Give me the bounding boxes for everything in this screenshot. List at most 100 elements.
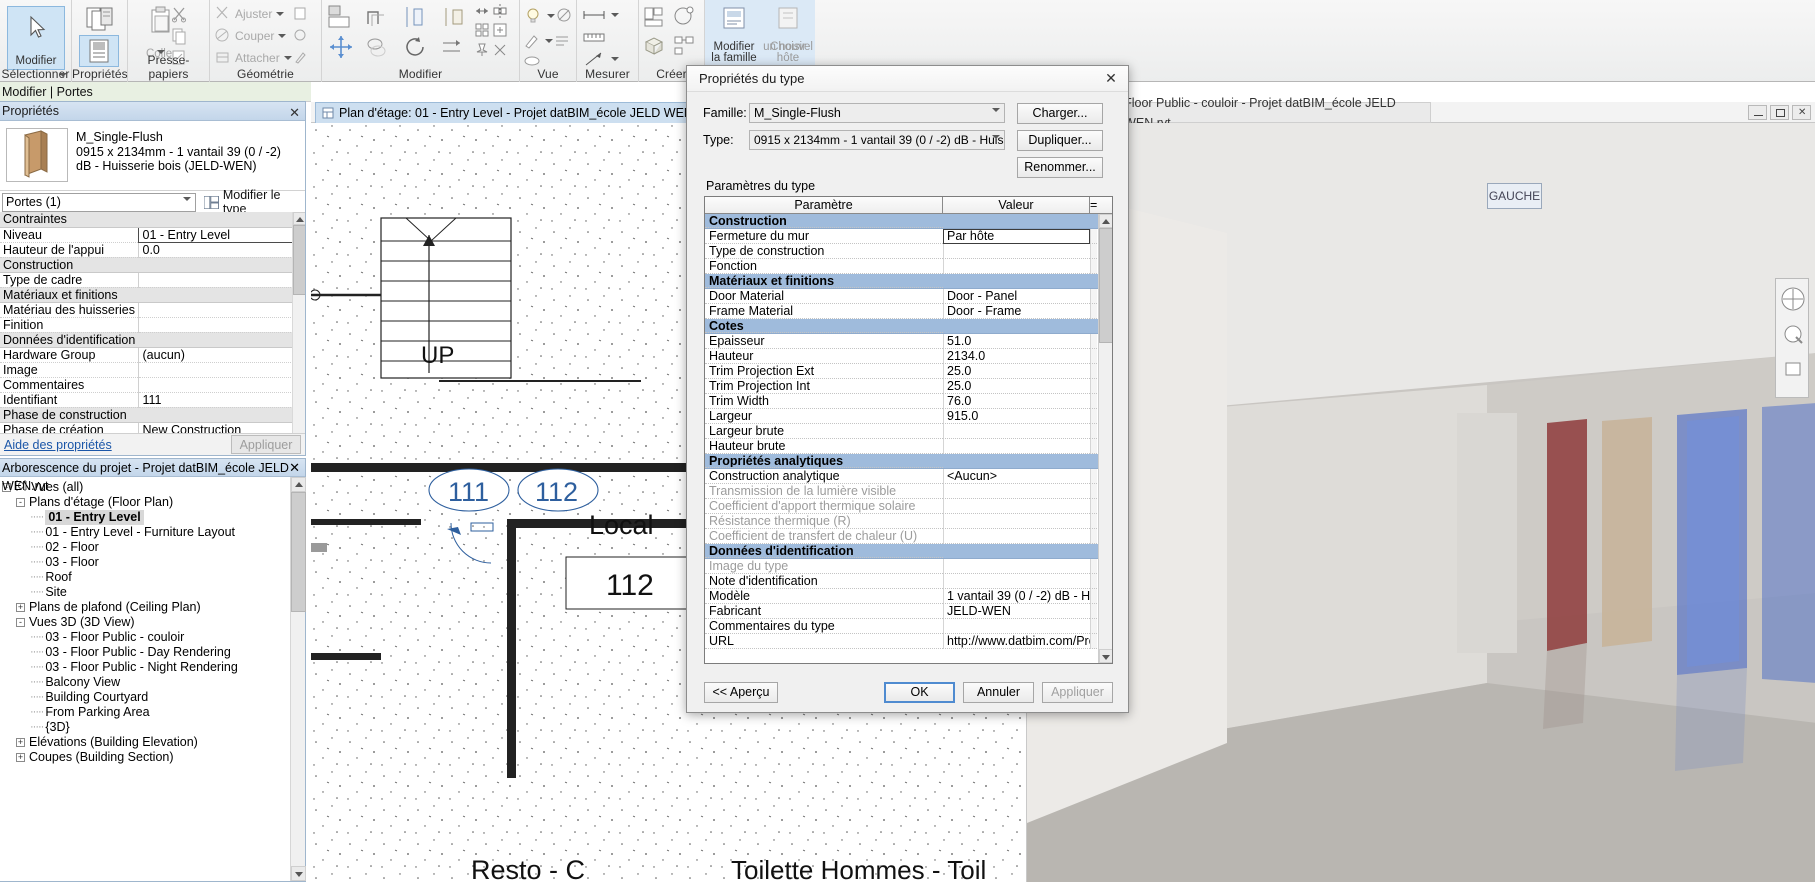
copy-icon[interactable] xyxy=(170,27,188,45)
tree-node[interactable]: ····· 01 - Entry Level xyxy=(2,510,305,525)
create-similar-icon[interactable] xyxy=(492,22,508,38)
pick-new-host-button[interactable]: Choisir un nouvel hôte xyxy=(763,2,813,64)
cut-icon[interactable] xyxy=(170,5,188,23)
rotate-icon[interactable] xyxy=(402,34,430,60)
param-value[interactable]: Par hôte xyxy=(943,229,1090,244)
split-icon[interactable] xyxy=(292,5,309,22)
create-group-icon[interactable] xyxy=(642,5,666,29)
param-value[interactable]: http://www.datbim.com/Pro xyxy=(943,634,1090,649)
modify-button[interactable]: Modifier xyxy=(7,6,65,70)
param-value[interactable]: 51.0 xyxy=(943,334,1090,349)
properties-scrollbar[interactable] xyxy=(292,212,305,448)
param-value[interactable]: 1 vantail 39 (0 / -2) dB - Huisseri xyxy=(943,589,1090,604)
properties-row-value[interactable]: (aucun) xyxy=(137,347,305,363)
properties-apply-button[interactable]: Appliquer xyxy=(231,435,301,454)
measure-ruler-icon[interactable] xyxy=(581,28,607,46)
param-value[interactable] xyxy=(943,484,1090,499)
properties-row-value[interactable]: 111 xyxy=(137,392,305,408)
param-value[interactable] xyxy=(943,244,1090,259)
tree-node[interactable]: + Coupes (Building Section) xyxy=(2,750,305,765)
mirror-pick-icon[interactable] xyxy=(402,4,430,30)
paint-brush-icon[interactable] xyxy=(523,32,553,50)
split-element-icon[interactable] xyxy=(492,3,508,19)
tree-node[interactable]: ····· Roof xyxy=(2,570,305,585)
create-similar-group-icon[interactable] xyxy=(672,34,696,58)
properties-row-value[interactable] xyxy=(137,317,305,333)
tree-node[interactable]: ····· From Parking Area xyxy=(2,705,305,720)
tree-node[interactable]: ····· 03 - Floor xyxy=(2,555,305,570)
create-part-icon[interactable] xyxy=(672,5,696,29)
expand-icon[interactable]: + xyxy=(16,753,25,762)
param-value[interactable]: Door - Panel xyxy=(943,289,1090,304)
close-icon[interactable]: ✕ xyxy=(289,459,300,477)
mirror-axis-icon[interactable] xyxy=(440,4,468,30)
measure-along-icon[interactable] xyxy=(583,50,619,68)
close-icon[interactable]: ✕ xyxy=(289,103,300,122)
create-assembly-icon[interactable] xyxy=(642,34,666,58)
pin-icon[interactable] xyxy=(474,42,490,58)
properties-row-value[interactable] xyxy=(137,272,305,288)
tree-node[interactable]: ····· 03 - Floor Public - Night Rendering xyxy=(2,660,305,675)
project-browser-scrollbar[interactable] xyxy=(290,477,306,881)
maximize-button[interactable] xyxy=(1770,105,1789,120)
tree-node[interactable]: ····· 02 - Floor xyxy=(2,540,305,555)
param-value[interactable] xyxy=(943,574,1090,589)
tree-node[interactable]: - Plans d'étage (Floor Plan) xyxy=(2,495,305,510)
properties-row-value[interactable]: 01 - Entry Level xyxy=(137,226,305,243)
tree-node[interactable]: ····· Site xyxy=(2,585,305,600)
tree-node[interactable]: ····· {3D} xyxy=(2,720,305,735)
dialog-apply-button[interactable]: Appliquer xyxy=(1042,682,1113,703)
element-type-selector[interactable]: Portes (1) xyxy=(2,192,197,215)
param-value[interactable] xyxy=(943,259,1090,274)
type-properties-button[interactable] xyxy=(79,35,119,67)
tree-node[interactable]: + Plans de plafond (Ceiling Plan) xyxy=(2,600,305,615)
move-icon[interactable] xyxy=(327,34,355,60)
param-value[interactable] xyxy=(943,529,1090,544)
measure-between-icon[interactable] xyxy=(581,6,619,24)
duplicate-button[interactable]: Dupliquer... xyxy=(1017,129,1103,151)
join-button[interactable]: Attacher xyxy=(214,49,292,66)
select-dropdown-caret[interactable] xyxy=(59,66,67,80)
param-value[interactable]: Door - Frame xyxy=(943,304,1090,319)
param-value[interactable] xyxy=(943,424,1090,439)
param-value[interactable] xyxy=(943,514,1090,529)
minimize-button[interactable] xyxy=(1748,105,1767,120)
param-value[interactable]: 25.0 xyxy=(943,364,1090,379)
param-value[interactable] xyxy=(943,439,1090,454)
param-value[interactable]: 2134.0 xyxy=(943,349,1090,364)
expand-icon[interactable]: + xyxy=(16,738,25,747)
param-value[interactable]: <Aucun> xyxy=(943,469,1090,484)
cut-geometry-button[interactable]: Couper xyxy=(214,27,287,44)
param-value[interactable]: 915.0 xyxy=(943,409,1090,424)
properties-row-value[interactable] xyxy=(137,302,305,318)
view-cube-left-face[interactable]: GAUCHE xyxy=(1487,183,1542,209)
param-value[interactable] xyxy=(943,619,1090,634)
grid-scrollbar[interactable] xyxy=(1098,214,1112,663)
group-icon[interactable] xyxy=(474,22,490,38)
properties-row-value[interactable]: 0.0 xyxy=(137,242,305,258)
param-value[interactable]: 25.0 xyxy=(943,379,1090,394)
chevron-down-icon[interactable] xyxy=(992,108,1000,122)
collapse-icon[interactable]: - xyxy=(16,618,25,627)
close-icon[interactable]: ✕ xyxy=(1100,70,1122,88)
copy-move-icon[interactable] xyxy=(364,34,392,60)
scale-icon[interactable] xyxy=(474,3,490,19)
family-combo[interactable]: M_Single-Flush xyxy=(749,103,1005,123)
offset-icon[interactable] xyxy=(364,4,392,30)
load-button[interactable]: Charger... xyxy=(1017,102,1103,124)
properties-row-value[interactable] xyxy=(137,362,305,378)
3d-view-canvas[interactable]: GAUCHE xyxy=(1027,123,1815,882)
properties-row-value[interactable] xyxy=(137,377,305,393)
tree-node[interactable]: ····· Balcony View xyxy=(2,675,305,690)
view-tab-inactive[interactable]: Floor Public - couloir - Projet datBIM_é… xyxy=(1101,96,1431,130)
rename-button[interactable]: Renommer... xyxy=(1017,156,1103,178)
tree-node[interactable]: ····· 01 - Entry Level - Furniture Layout xyxy=(2,525,305,540)
paint-icon[interactable] xyxy=(292,27,309,44)
param-value[interactable] xyxy=(943,559,1090,574)
close-button[interactable]: ✕ xyxy=(1792,105,1811,120)
align-icon[interactable] xyxy=(327,4,355,30)
properties-help-link[interactable]: Aide des propriétés xyxy=(4,438,112,452)
tree-node[interactable]: ····· 03 - Floor Public - couloir xyxy=(2,630,305,645)
dialog-title-bar[interactable]: Propriétés du type ✕ xyxy=(687,66,1128,92)
type-combo[interactable]: 0915 x 2134mm - 1 vantail 39 (0 / -2) dB… xyxy=(749,130,1005,150)
